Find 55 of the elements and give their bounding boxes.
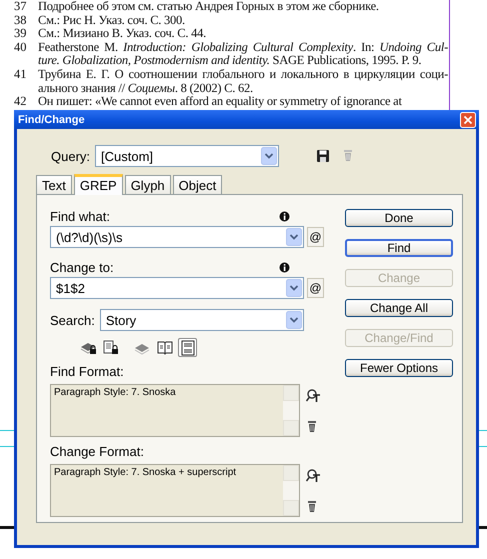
query-dropdown[interactable]: [Custom] [95,145,280,167]
search-option-button[interactable] [178,338,197,357]
dialog-button[interactable]: Change All [345,299,453,317]
special-characters-button[interactable]: @ [307,278,324,298]
document-lock-icon [102,340,118,356]
dialog-button[interactable]: Find [345,239,453,257]
book-icon [156,340,172,356]
format-search-icon[interactable] [306,468,321,483]
tab[interactable]: GREP [74,174,123,195]
footnote-number: 40 [13,40,28,56]
footnote-text: ture. Globalization, Postmodernism and identity. SAGE Publications, 1995. P. 9. [38,54,422,68]
footnote-number: 38 [13,14,28,28]
footnote-text: Он пишет: «We cannot even afford an equality or symmetry of ignorance at [38,95,403,109]
footnote-number: 42 [13,95,28,109]
change-to-field[interactable]: $1$2 [50,277,304,299]
find-what-field[interactable]: (\d?\d)(\s)\s [50,226,304,248]
save-icon[interactable] [316,149,330,163]
info-icon [279,210,290,222]
tab[interactable]: Text [36,175,72,194]
window-title: Find/Change [18,114,85,126]
change-format-label: Change Format: [50,444,145,460]
info-icon [279,262,290,272]
footnote-text: См.: Мизиано В. Указ. соч. С. 44. [38,27,207,41]
tab[interactable]: Object [172,175,222,194]
tab[interactable]: Glyph [124,175,171,194]
search-label: Search: [50,312,95,328]
footnote-text: ального знания // Социемы. 8 (2002) С. 62. [38,82,254,96]
trash-icon [342,149,354,163]
footnote-number: 41 [13,68,28,83]
dialog-button[interactable]: Fewer Options [345,359,453,377]
trash-icon[interactable] [306,420,318,434]
footnote-text: Featherstone M. Introduction: Globalizing Cultural Complexity. In: Undoing Cul- [38,40,448,54]
find-format-label: Find Format: [50,364,125,380]
field-value: (\d?\d)(\s)\s [56,230,122,244]
change-to-label: Change to: [50,260,114,274]
field-value: Story [106,312,136,328]
footnote-icon [180,340,196,356]
footnote-number: 37 [13,0,28,14]
change-format-text: Paragraph Style: 7. Snoska + superscript [53,466,238,480]
dialog-button[interactable]: Done [345,209,453,227]
find-format-text: Paragraph Style: 7. Snoska [53,386,177,400]
special-characters-button[interactable]: @ [307,227,324,247]
close-icon[interactable] [460,112,476,128]
find-what-label: Find what: [50,208,110,224]
field-value: $1$2 [56,280,85,296]
trash-icon[interactable] [306,500,318,514]
query-label: Query: [51,148,90,164]
footnote-text: См.: Рис Н. Указ. соч. С. 300. [38,14,186,28]
search-option-button[interactable] [101,338,120,357]
footnote-text: Трубина Е. Г. О соотношении глобального и локального в циркуляции соци- [38,68,448,82]
footnote-text: Подробнее об этом см. статью Андрея Горных в этом же сборнике. [38,0,380,14]
field-value: [Custom] [101,148,154,164]
search-dropdown[interactable]: Story [100,309,304,331]
footnote-number: 39 [13,27,28,41]
format-search-icon[interactable] [306,388,321,403]
